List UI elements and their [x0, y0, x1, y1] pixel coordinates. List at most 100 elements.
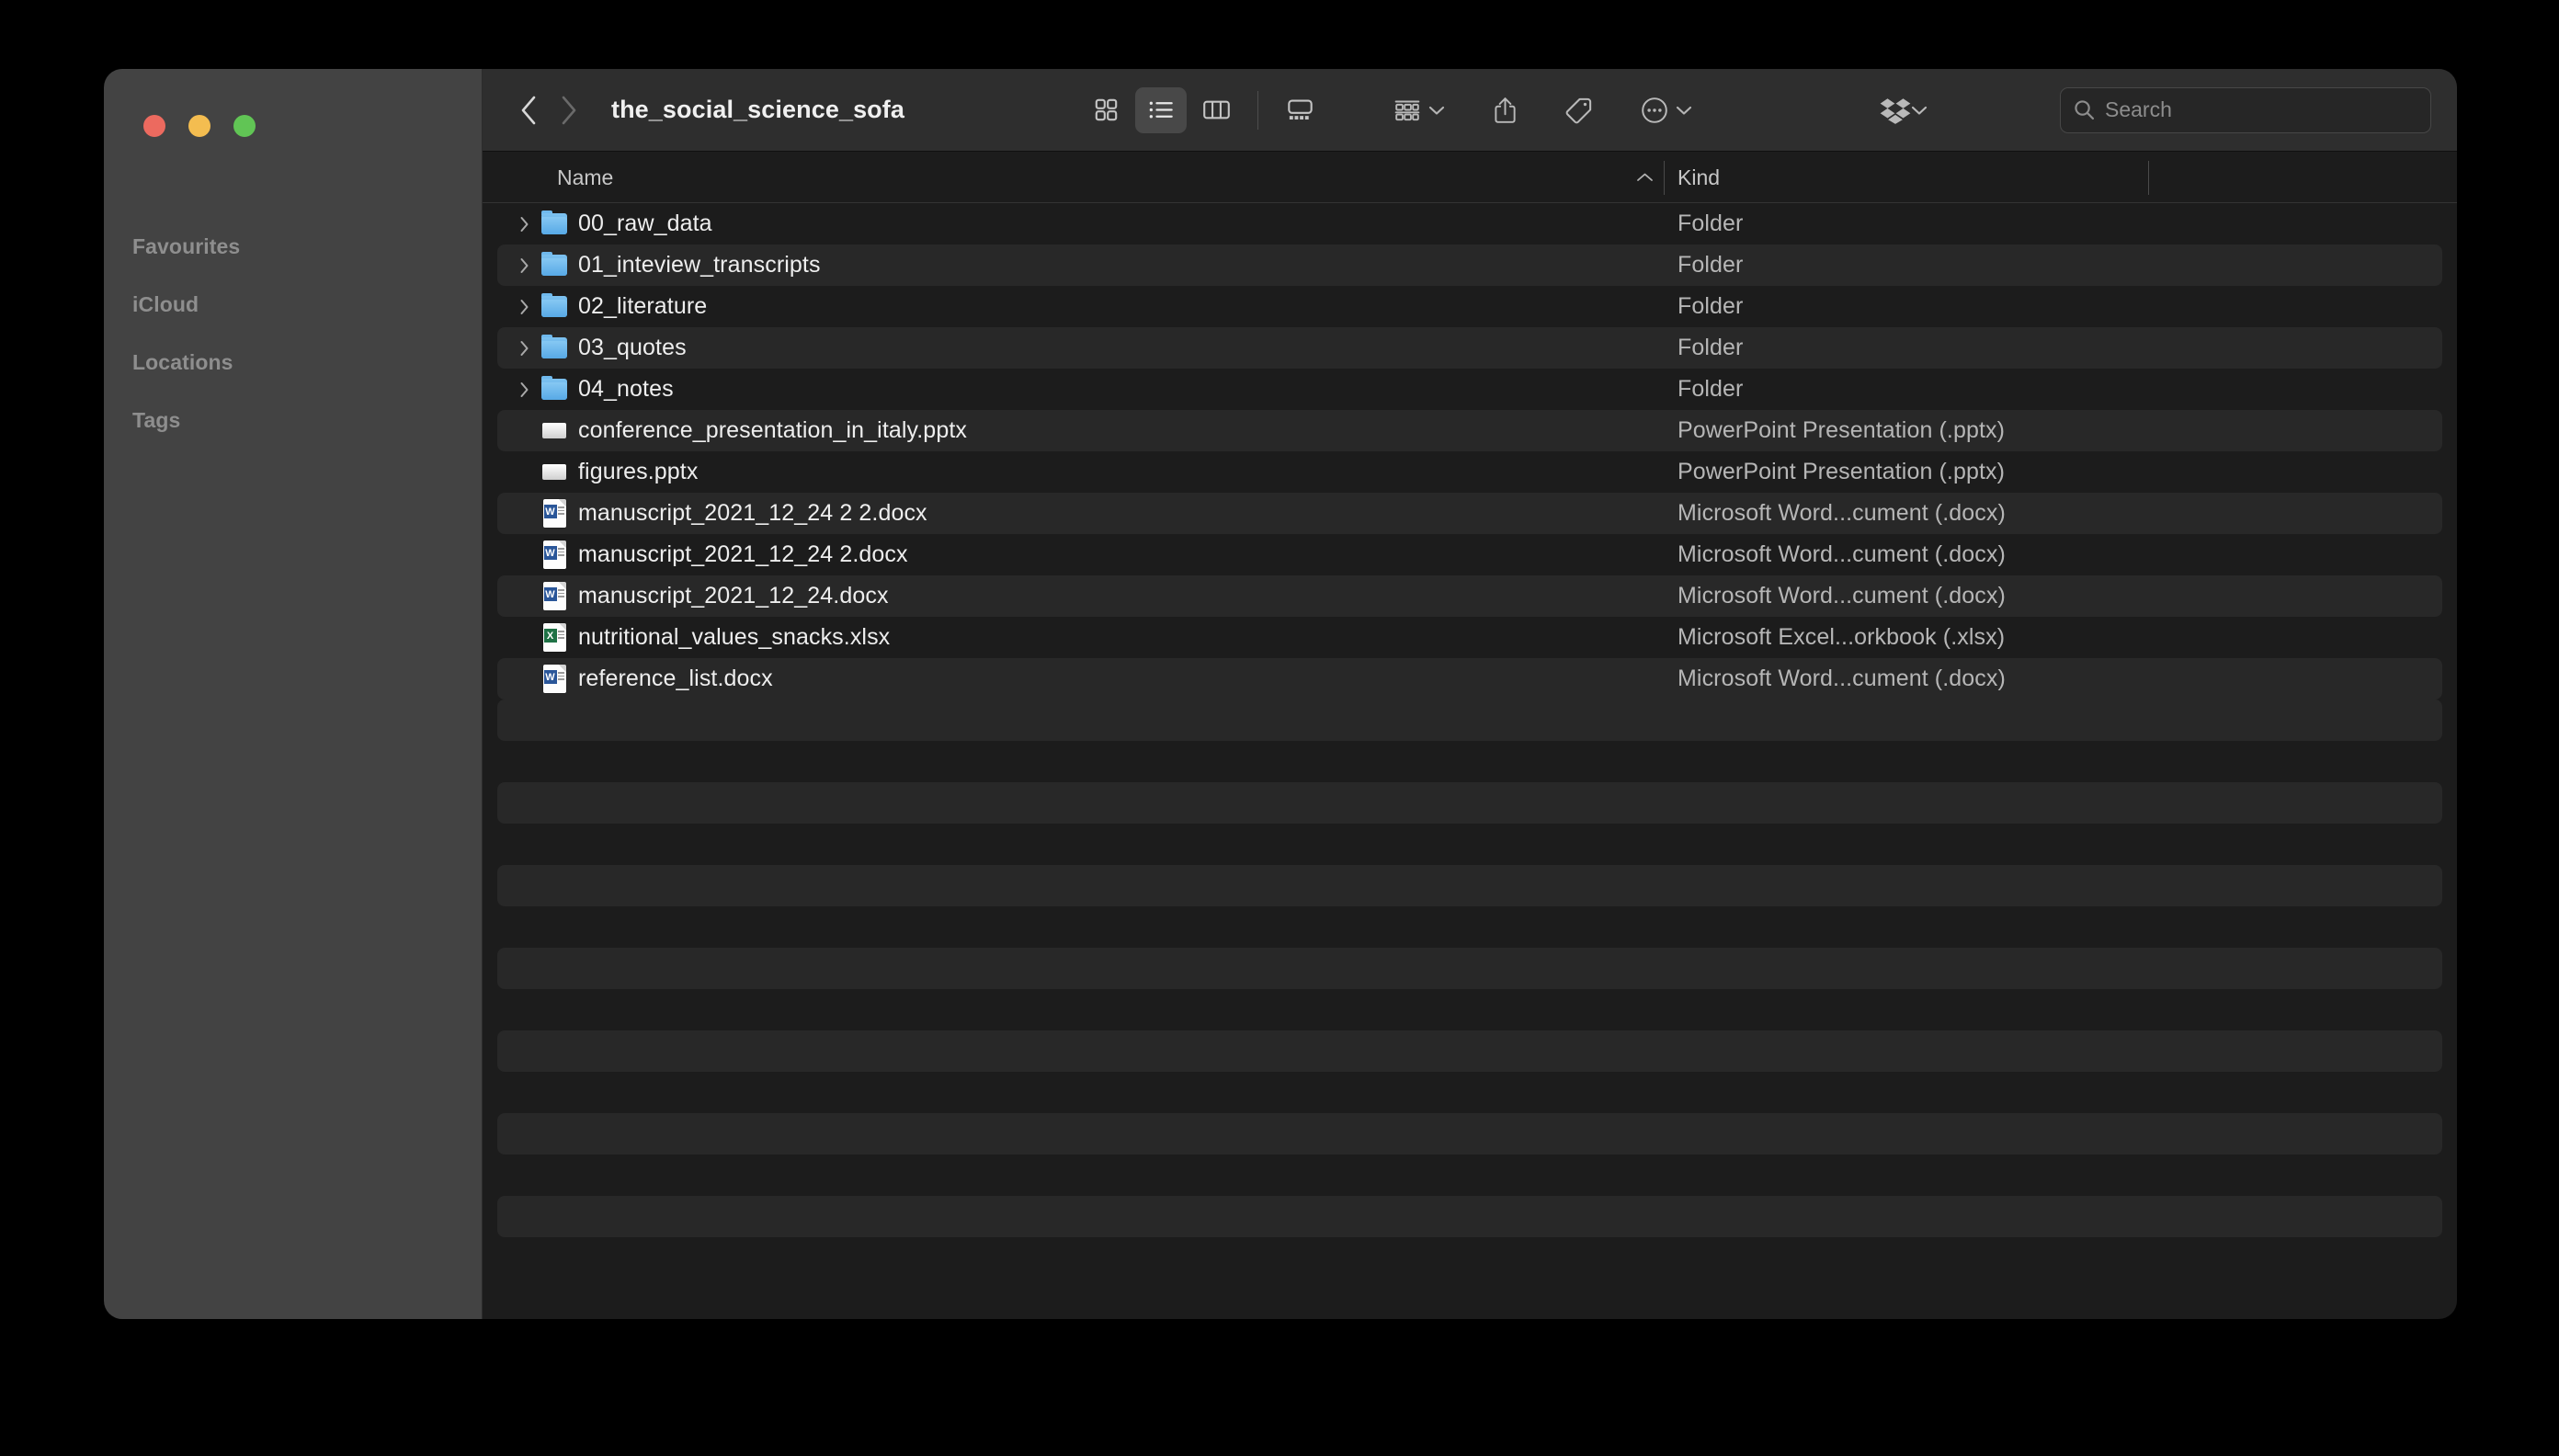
row-background [497, 948, 2442, 989]
row-background [497, 741, 2442, 782]
file-row[interactable]: Wmanuscript_2021_12_24 2.docx Microsoft W… [483, 534, 2457, 575]
file-row[interactable]: 02_literature Folder [483, 286, 2457, 327]
file-kind: PowerPoint Presentation (.pptx) [1678, 417, 2006, 443]
disclosure-triangle[interactable] [515, 256, 533, 275]
minimize-window-button[interactable] [188, 115, 210, 137]
empty-row [483, 1155, 2457, 1196]
file-row[interactable]: 01_inteview_transcripts Folder [483, 245, 2457, 286]
file-name: nutritional_values_snacks.xlsx [578, 624, 891, 650]
column-header-name[interactable]: Name [557, 152, 613, 203]
column-divider-2[interactable] [2148, 161, 2149, 195]
empty-row [483, 741, 2457, 782]
list-view-button[interactable] [1135, 86, 1187, 133]
dropbox-button[interactable] [1880, 97, 1928, 124]
file-type-icon: X [540, 623, 568, 652]
empty-row [483, 1072, 2457, 1113]
icon-view-button[interactable] [1080, 87, 1132, 133]
toolbar-divider [1257, 90, 1258, 130]
tag-icon [1565, 97, 1593, 124]
sidebar-section-favourites[interactable]: Favourites [104, 230, 482, 263]
disclosure-triangle[interactable] [515, 298, 533, 316]
row-background [497, 700, 2442, 741]
file-type-icon [540, 459, 568, 486]
word-icon: W [542, 540, 566, 569]
row-background [497, 451, 2442, 493]
gallery-view-button[interactable] [1274, 87, 1325, 133]
row-background [497, 369, 2442, 410]
file-kind: Folder [1678, 335, 1744, 360]
file-type-icon: W [540, 499, 568, 528]
file-name: manuscript_2021_12_24 2 2.docx [578, 500, 927, 526]
forward-button[interactable] [549, 90, 589, 131]
ellipsis-circle-icon [1641, 97, 1668, 124]
file-kind: Microsoft Word...cument (.docx) [1678, 665, 2006, 691]
file-type-icon [540, 293, 568, 321]
empty-row [483, 1113, 2457, 1155]
gallery-icon [1286, 97, 1314, 122]
traffic-lights [143, 115, 256, 137]
file-row[interactable]: 04_notes Folder [483, 369, 2457, 410]
column-divider-1[interactable] [1664, 161, 1665, 195]
maximize-window-button[interactable] [233, 115, 256, 137]
close-window-button[interactable] [143, 115, 165, 137]
file-row[interactable]: 03_quotes Folder [483, 327, 2457, 369]
powerpoint-icon [542, 464, 566, 480]
search-placeholder: Search [2105, 97, 2172, 121]
chevron-up-icon [1636, 172, 1654, 183]
file-name: manuscript_2021_12_24.docx [578, 583, 889, 609]
file-row[interactable]: conference_presentation_in_italy.pptx Pow… [483, 410, 2457, 451]
sidebar-section-tags[interactable]: Tags [104, 404, 482, 437]
column-headers: Name Kind [483, 152, 2457, 203]
share-button[interactable] [1487, 87, 1523, 133]
finder-window: Favourites iCloud Locations Tags the_soc… [104, 69, 2457, 1319]
row-background [497, 1113, 2442, 1155]
chevron-right-icon [518, 339, 530, 358]
row-background [497, 1155, 2442, 1196]
back-button[interactable] [508, 90, 549, 131]
column-view-button[interactable] [1190, 87, 1242, 133]
chevron-right-icon [518, 298, 530, 316]
disclosure-triangle[interactable] [515, 381, 533, 399]
file-row[interactable]: Xnutritional_values_snacks.xlsx Microsoft… [483, 617, 2457, 658]
disclosure-triangle[interactable] [515, 215, 533, 233]
folder-icon [541, 376, 567, 400]
group-by-button[interactable] [1388, 87, 1450, 133]
file-row[interactable]: Wreference_list.docx Microsoft Word...cum… [483, 658, 2457, 700]
chevron-right-icon [559, 95, 579, 126]
file-kind: Microsoft Word...cument (.docx) [1678, 583, 2006, 609]
file-row[interactable]: 00_raw_data Folder [483, 203, 2457, 245]
file-kind: Microsoft Excel...orkbook (.xlsx) [1678, 624, 2006, 650]
sort-ascending-indicator [1636, 152, 1654, 203]
file-type-icon [540, 210, 568, 238]
sidebar-section-locations[interactable]: Locations [104, 346, 482, 379]
chevron-left-icon [518, 95, 539, 126]
search-icon [2074, 99, 2095, 120]
sidebar-section-icloud[interactable]: iCloud [104, 288, 482, 321]
folder-icon [541, 335, 567, 358]
file-row[interactable]: Wmanuscript_2021_12_24 2 2.docx Microsoft… [483, 493, 2457, 534]
file-type-icon [540, 335, 568, 362]
row-background [497, 286, 2442, 327]
empty-row [483, 865, 2457, 906]
file-type-icon: W [540, 582, 568, 610]
dropbox-icon [1880, 97, 1911, 124]
file-row[interactable]: Wmanuscript_2021_12_24.docx Microsoft Wor… [483, 575, 2457, 617]
file-name: figures.pptx [578, 459, 699, 484]
folder-icon [541, 252, 567, 276]
file-row[interactable]: figures.pptx PowerPoint Presentation (.pp… [483, 451, 2457, 493]
toolbar-actions [1388, 87, 1698, 133]
word-icon: W [542, 582, 566, 610]
chevron-right-icon [518, 381, 530, 399]
more-options-button[interactable] [1635, 87, 1698, 133]
file-type-icon: W [540, 540, 568, 569]
file-name: conference_presentation_in_italy.pptx [578, 417, 967, 443]
column-header-kind[interactable]: Kind [1678, 152, 1720, 203]
file-name: 00_raw_data [578, 210, 712, 236]
row-background [497, 906, 2442, 948]
disclosure-triangle[interactable] [515, 339, 533, 358]
chevron-down-icon [1911, 105, 1928, 116]
search-field[interactable]: Search [2060, 86, 2431, 133]
tag-button[interactable] [1560, 87, 1598, 133]
file-kind: Folder [1678, 293, 1744, 319]
group-icon [1393, 97, 1421, 122]
